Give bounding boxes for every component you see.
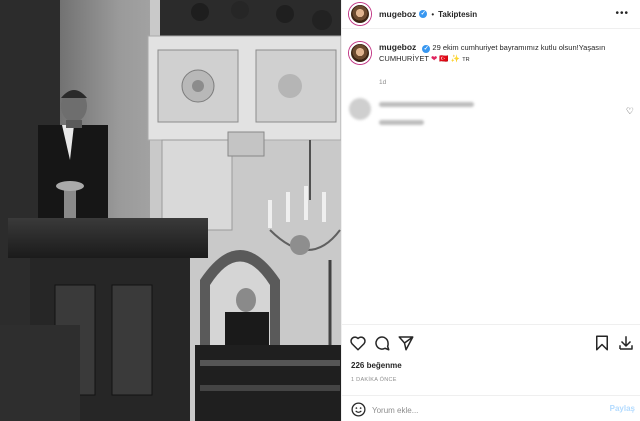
posted-time: 1 DAKİKA ÖNCE	[351, 377, 397, 383]
historic-parliament-photo	[0, 0, 341, 421]
comment-input[interactable]	[372, 403, 592, 417]
comment-icon[interactable]	[373, 334, 391, 352]
comment-like-heart-icon[interactable]: ♡	[626, 106, 634, 117]
like-count[interactable]: 226 beğenme	[351, 361, 402, 370]
heart-icon[interactable]	[349, 334, 367, 352]
header-separator: •	[431, 9, 435, 19]
caption-avatar[interactable]	[349, 42, 371, 64]
caption-verified-badge-icon: ✓	[422, 45, 431, 53]
caption-time: 1d	[379, 79, 387, 86]
caption-username[interactable]: mugeboz	[379, 42, 416, 52]
post-comment-button[interactable]: Paylaş	[610, 404, 635, 413]
flag-emoji: 🇹🇷	[439, 54, 449, 63]
comment-text-blurred	[379, 98, 474, 125]
bookmark-icon[interactable]	[593, 334, 611, 352]
comment-form: Paylaş	[342, 395, 640, 421]
smiley-icon[interactable]	[350, 401, 367, 418]
caption-body: mugeboz ✓ 29 ekim cumhuriyet bayramımız k…	[379, 42, 624, 66]
instagram-post-modal: mugeboz ✓ • Takiptesin ••• mugeboz ✓ 29 e…	[0, 0, 640, 421]
caption: mugeboz ✓ 29 ekim cumhuriyet bayramımız k…	[349, 42, 634, 66]
post-photo[interactable]	[0, 0, 341, 421]
header-username[interactable]: mugeboz	[379, 9, 416, 19]
verified-badge-icon: ✓	[419, 10, 428, 18]
tr-emoji-label: TR	[462, 57, 470, 63]
more-horizontal-icon[interactable]: •••	[615, 8, 629, 19]
post-actions: 226 beğenme 1 DAKİKA ÖNCE Paylaş	[342, 324, 640, 421]
download-icon[interactable]	[617, 334, 635, 352]
post-sidebar: mugeboz ✓ • Takiptesin ••• mugeboz ✓ 29 e…	[341, 0, 640, 421]
comment-item	[349, 98, 634, 125]
comment-avatar-blurred	[349, 98, 371, 120]
heart-emoji: ❤	[430, 54, 438, 63]
share-icon[interactable]	[397, 334, 415, 352]
avatar[interactable]	[349, 3, 371, 25]
following-button[interactable]: Takiptesin	[438, 10, 477, 19]
post-header: mugeboz ✓ • Takiptesin •••	[342, 0, 640, 29]
sparkle-emoji: ✨	[450, 54, 461, 63]
